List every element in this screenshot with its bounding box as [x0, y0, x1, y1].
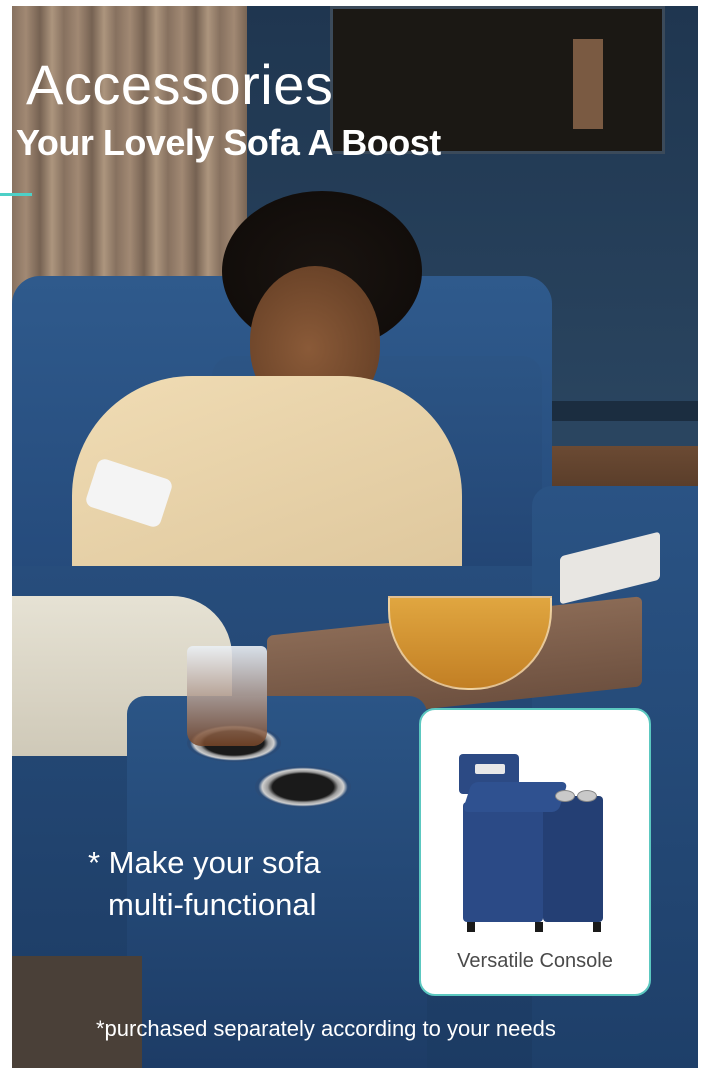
card-caption: Versatile Console	[457, 950, 613, 972]
callout-line-1: * Make your sofa	[88, 845, 321, 880]
callout-line-2: multi-functional	[108, 887, 317, 922]
page-title: Accessories	[26, 53, 334, 116]
console-product-image	[459, 746, 609, 936]
cup-holder	[255, 766, 351, 808]
accent-divider	[0, 193, 32, 196]
footnote: *purchased separately according to your …	[96, 1016, 556, 1041]
floor-rug	[12, 956, 142, 1068]
baseboard	[532, 401, 698, 421]
drink-glass	[187, 646, 267, 746]
page-subtitle: Your Lovely Sofa A Boost	[16, 122, 441, 163]
console-product-card: Versatile Console	[419, 708, 651, 996]
feature-callout: * Make your sofa multi-functional	[88, 842, 321, 926]
